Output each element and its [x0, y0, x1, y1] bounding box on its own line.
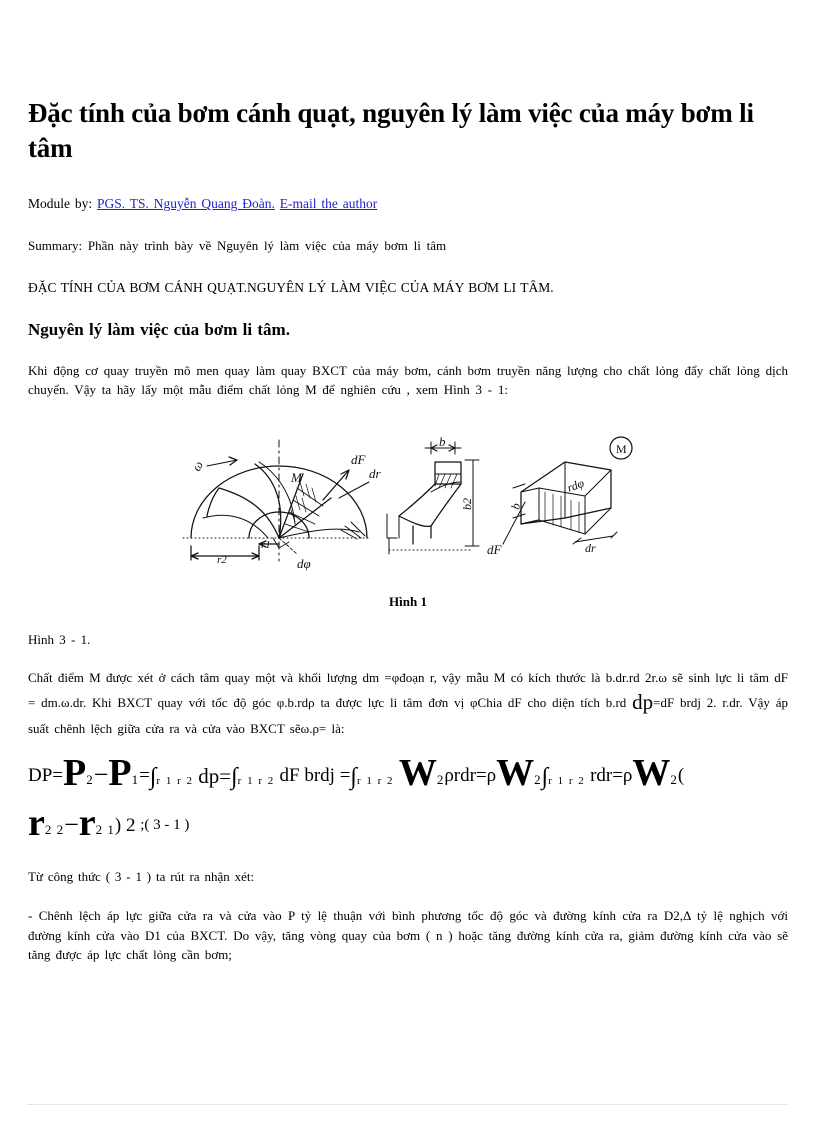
formula-w-symbol-3: W: [632, 752, 671, 795]
figure-label-b: b: [439, 434, 446, 449]
author-link[interactable]: PGS. TS. Nguyễn Quang Đoàn.: [97, 196, 275, 211]
footer-divider: [28, 1104, 788, 1105]
section-heading: Nguyên lý làm việc của bơm li tâm.: [28, 319, 290, 339]
formula-close-paren: ) 2: [114, 814, 136, 836]
formula-r-sub-2: 2 1: [95, 821, 115, 837]
formula-r-symbol-1: r: [28, 801, 45, 844]
formula-line-2: r2 2−r2 1) 2 ;( 3 - 1 ): [28, 802, 788, 846]
module-byline: Module by: PGS. TS. Nguyễn Quang Đoàn. E…: [28, 195, 788, 214]
figure-label-b2: b2: [460, 498, 474, 510]
email-author-link[interactable]: E-mail the author: [280, 196, 377, 211]
formula-dp-1: dp=: [198, 764, 232, 789]
figure-reference: Hình 3 - 1.: [28, 631, 91, 647]
figure-label-M: M: [290, 470, 303, 485]
hand-drawn-diagram-svg: ω dF dr M r1 r2 dφ b b2 b rdφ dr dF M: [182, 434, 633, 571]
formula-prdr: ρrdr=ρ: [444, 765, 497, 787]
figure-label-dr-right: dr: [585, 541, 596, 555]
figure-label-omega: ω: [188, 458, 206, 473]
formula-bounds-3: r 1 r 2: [356, 775, 395, 788]
formula-w-symbol-2: W: [496, 752, 535, 795]
figure-label-dr: dr: [369, 466, 382, 481]
formula-lhs: DP=: [28, 765, 64, 787]
formula-bounds-1: r 1 r 2: [156, 775, 194, 788]
formula-p2-symbol: P: [63, 752, 87, 795]
figure-label-dF: dF: [351, 452, 367, 467]
formula-w-sub-2: 2: [534, 772, 542, 788]
formula-p1-symbol: P: [108, 752, 132, 795]
conclusion-paragraph: - Chênh lệch áp lực giữa cửa ra và cửa v…: [28, 908, 788, 963]
formula-eq-1: =: [139, 765, 150, 787]
formula-bounds-4: r 1 r 2: [548, 775, 586, 788]
formula-w-symbol-1: W: [398, 752, 437, 795]
formula-w-sub-3: 2: [670, 772, 678, 788]
derivation-paragraph: Chất điểm M được xét ở cách tâm quay một…: [28, 668, 788, 739]
formula-p1-sub: 1: [131, 772, 140, 788]
derivation-line-1: Chất điểm M được xét ở cách tâm quay một…: [28, 669, 684, 685]
formula-line2-minus: −: [64, 809, 79, 839]
formula-rdr: rdr=ρ: [590, 765, 633, 787]
summary-line: Summary: Phần này trình bày về Nguyên lý…: [28, 238, 788, 254]
derivation-line-3-pre: b.rd: [605, 695, 633, 711]
caps-subtitle: ĐẶC TÍNH CỦA BƠM CÁNH QUẠT.NGUYÊN LÝ LÀM…: [28, 279, 554, 295]
figure-label-rdphi: rdφ: [565, 475, 586, 494]
formula-p2-sub: 2: [86, 772, 94, 788]
formula-eq-2: =: [339, 765, 351, 787]
formula-line-1: DP=P2−P1=∫r 1 r 2 dp=∫r 1 r 2 dF brdj =∫…: [28, 752, 788, 796]
figure-label-dphi: dφ: [297, 556, 311, 571]
formula-bounds-2: r 1 r 2: [237, 775, 275, 788]
formula-open-paren: (: [677, 765, 685, 787]
intro-paragraph: Khi động cơ quay truyền mô men quay làm …: [28, 362, 788, 397]
formula-r-sub-1: 2 2: [44, 821, 65, 837]
summary-label: Summary:: [28, 237, 83, 253]
formula-3-1: DP=P2−P1=∫r 1 r 2 dp=∫r 1 r 2 dF brdj =∫…: [28, 752, 788, 845]
figure-label-M-circle: M: [616, 442, 627, 456]
page-title: Đặc tính của bơm cánh quạt, nguyên lý là…: [28, 98, 754, 163]
formula-integral-3: ∫: [350, 764, 357, 791]
figure-caption: Hình 1: [389, 593, 427, 609]
formula-equation-tag: ;( 3 - 1 ): [140, 816, 190, 833]
formula-integral-2: ∫: [231, 764, 238, 791]
formula-dfbrdj: dF brdj: [279, 765, 335, 787]
conclusion-intro: Từ công thức ( 3 - 1 ) ta rút ra nhận xé…: [28, 868, 255, 884]
summary-text: Phần này trình bày về Nguyên lý làm việc…: [87, 237, 447, 253]
byline-prefix: Module by:: [28, 196, 93, 212]
figure-label-r1: r1: [261, 539, 271, 551]
derivation-dp-symbol: dp: [632, 690, 654, 715]
figure-impeller-diagram: ω dF dr M r1 r2 dφ b b2 b rdφ dr dF M: [28, 426, 788, 576]
document-page: Đặc tính của bơm cánh quạt, nguyên lý là…: [0, 0, 816, 1123]
figure-label-r2: r2: [217, 554, 227, 566]
formula-r-symbol-2: r: [78, 801, 96, 844]
formula-minus: −: [93, 760, 109, 790]
figure-label-dF-right: dF: [487, 542, 503, 557]
